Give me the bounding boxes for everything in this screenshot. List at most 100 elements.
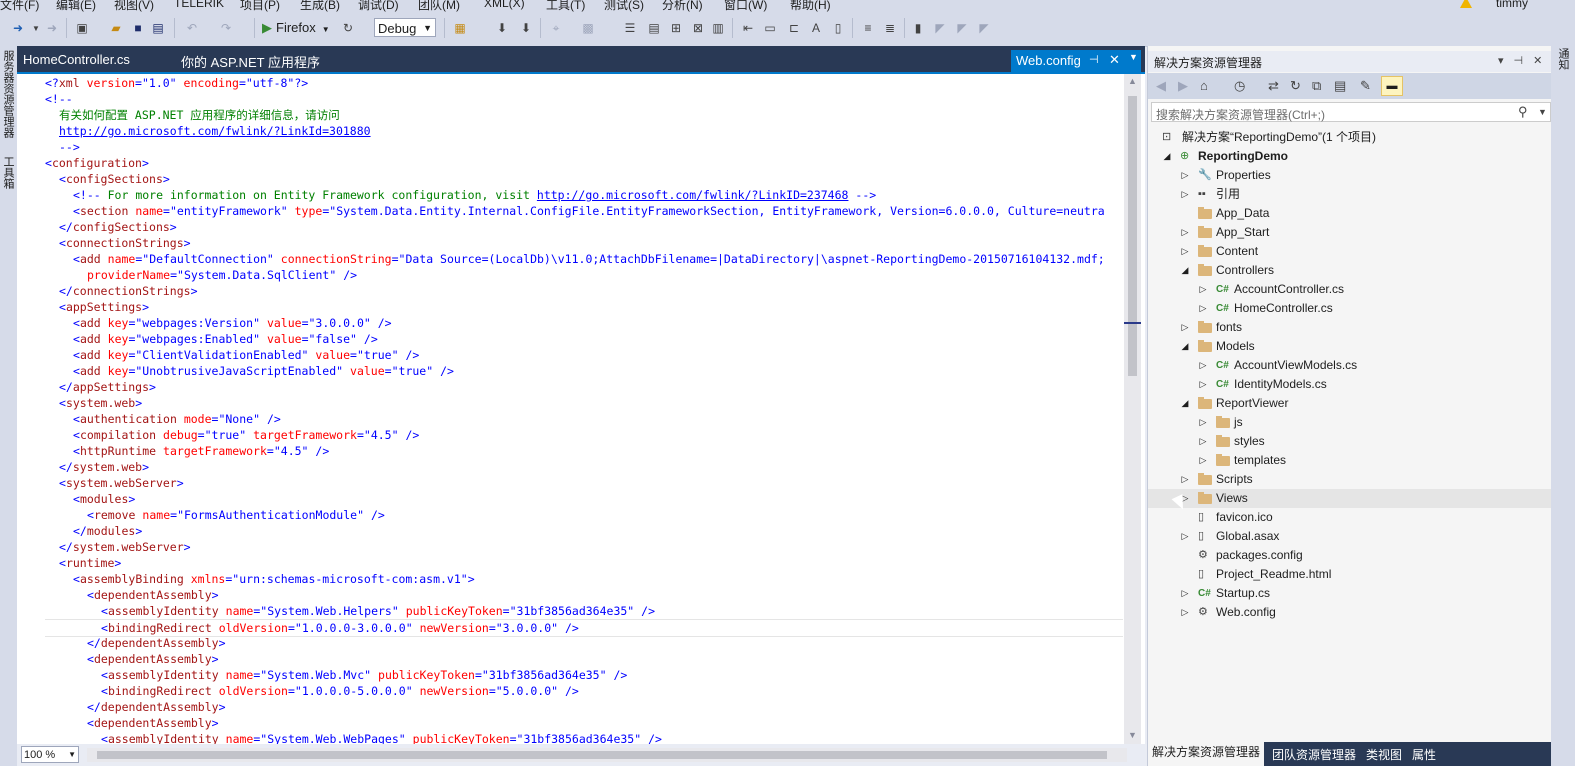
tree-icon[interactable]: ⊞ xyxy=(668,20,684,36)
find-icon[interactable]: ⌖ xyxy=(548,20,564,36)
tree-item[interactable]: ▷ C# Startup.cs xyxy=(1148,584,1552,603)
code-line[interactable]: </modules> xyxy=(45,523,1123,539)
save-all-icon[interactable]: ▤ xyxy=(150,20,166,36)
expand-arrow-icon[interactable]: ▷ xyxy=(1180,185,1190,204)
menu-test[interactable]: 测试(S) xyxy=(604,0,644,12)
bookmark-icon[interactable]: ▮ xyxy=(910,20,926,36)
comment-icon[interactable]: ▭ xyxy=(762,20,778,36)
spell-icon[interactable]: A xyxy=(808,20,824,36)
tab-team-explorer[interactable]: 团队资源管理器 xyxy=(1272,746,1356,763)
tab-web-config[interactable]: Web.config ⊣ ✕ xyxy=(1011,50,1141,72)
close-icon[interactable]: ✕ xyxy=(1109,52,1120,68)
forward-icon[interactable]: ▶ xyxy=(1178,78,1188,94)
code-line[interactable]: <!-- For more information on Entity Fram… xyxy=(45,187,1123,203)
code-line[interactable]: <configuration>− xyxy=(45,155,1123,171)
tree-item[interactable]: ▷ C# AccountViewModels.cs xyxy=(1148,356,1552,375)
code-line[interactable]: providerName="System.Data.SqlClient" /> xyxy=(45,267,1123,283)
save-icon[interactable]: ■ xyxy=(130,20,146,36)
tab-properties[interactable]: 属性 xyxy=(1412,746,1436,763)
tree-item[interactable]: ▷ Content xyxy=(1148,242,1552,261)
code-line[interactable]: </system.webServer> xyxy=(45,539,1123,555)
solution-configuration-select[interactable]: Debug ▼ xyxy=(374,18,436,37)
tree-item[interactable]: ▷ ▪▪ 引用 xyxy=(1148,185,1552,204)
tree-item[interactable]: ▷ C# HomeController.cs xyxy=(1148,299,1552,318)
code-line[interactable]: <assemblyIdentity name="System.Web.Helpe… xyxy=(45,603,1123,619)
expand-arrow-icon[interactable]: ▷ xyxy=(1198,432,1208,451)
chevron-down-icon[interactable]: ▼ xyxy=(1129,52,1138,62)
prev-bookmark-icon[interactable]: ◤ xyxy=(932,20,948,36)
back-dropdown-icon[interactable]: ▼ xyxy=(28,20,44,36)
scroll-thumb[interactable] xyxy=(1128,96,1137,376)
tab-aspnet-app[interactable]: 你的 ASP.NET 应用程序 xyxy=(181,52,320,71)
code-line[interactable]: <bindingRedirect oldVersion="1.0.0.0-5.0… xyxy=(45,683,1123,699)
start-debugging-button[interactable]: ▶ Firefox ▼ xyxy=(262,20,330,36)
hscroll-thumb[interactable] xyxy=(97,751,1107,759)
code-line[interactable]: <compilation debug="true" targetFramewor… xyxy=(45,427,1123,443)
horizontal-scrollbar[interactable] xyxy=(87,748,1127,762)
expand-arrow-icon[interactable]: ▷ xyxy=(1180,527,1190,546)
tree-item[interactable]: ▷ ⚙ Web.config xyxy=(1148,603,1552,622)
solution-search-input[interactable]: 搜索解决方案资源管理器(Ctrl+;) ⚲ ▼ xyxy=(1151,102,1551,122)
code-line[interactable]: <appSettings>− xyxy=(45,299,1123,315)
tree-item[interactable]: ◢ Controllers xyxy=(1148,261,1552,280)
indent-icon[interactable]: ⇤ xyxy=(740,20,756,36)
menu-edit[interactable]: 编辑(E) xyxy=(56,0,96,12)
uncomment-icon[interactable]: ≣ xyxy=(882,20,898,36)
tree-item[interactable]: ▯ Project_Readme.html xyxy=(1148,565,1552,584)
toolbox-tab[interactable]: 工具箱 xyxy=(1,156,16,189)
schema-icon[interactable]: ▥ xyxy=(710,20,726,36)
code-line[interactable]: <add key="UnobtrusiveJavaScriptEnabled" … xyxy=(45,363,1123,379)
expand-arrow-icon[interactable]: ▷ xyxy=(1198,375,1208,394)
code-line[interactable]: <dependentAssembly>− xyxy=(45,715,1123,731)
properties-icon[interactable]: ✎ xyxy=(1360,78,1371,94)
tree-item[interactable]: ◢ Models xyxy=(1148,337,1552,356)
tree-item[interactable]: App_Data xyxy=(1148,204,1552,223)
tree-item[interactable]: ▷ Scripts xyxy=(1148,470,1552,489)
code-line[interactable]: <add key="ClientValidationEnabled" value… xyxy=(45,347,1123,363)
menu-build[interactable]: 生成(B) xyxy=(300,0,340,12)
tree-item[interactable]: ⚙ packages.config xyxy=(1148,546,1552,565)
expand-arrow-icon[interactable]: ▷ xyxy=(1198,280,1208,299)
next-bookmark-icon[interactable]: ◤ xyxy=(954,20,970,36)
tree-item[interactable]: ▷ C# IdentityModels.cs xyxy=(1148,375,1552,394)
menu-file[interactable]: 文件(F) xyxy=(0,0,39,12)
tree-item[interactable]: ▷ 🔧 Properties xyxy=(1148,166,1552,185)
code-editor[interactable]: <?xml version="1.0" encoding="utf-8"?> <!… xyxy=(17,72,1145,744)
back-icon[interactable]: ➜ xyxy=(10,20,26,36)
new-project-icon[interactable]: ▣ xyxy=(74,20,90,36)
code-line[interactable]: <system.web>− xyxy=(45,395,1123,411)
zoom-select[interactable]: 100 % ▼ xyxy=(21,746,79,763)
menu-xml[interactable]: XML(X) xyxy=(484,0,525,10)
menu-debug[interactable]: 调试(D) xyxy=(358,0,399,12)
scroll-up-icon[interactable]: ▲ xyxy=(1128,76,1137,86)
tab-solution-explorer[interactable]: 解决方案资源管理器 xyxy=(1148,742,1265,766)
code-line[interactable]: <authentication mode="None" /> xyxy=(45,411,1123,427)
pending-icon[interactable]: ▩ xyxy=(580,20,596,36)
code-line[interactable]: <dependentAssembly>− xyxy=(45,587,1123,603)
preview-selected-items-button[interactable]: ▬ xyxy=(1381,76,1403,96)
collapse-arrow-icon[interactable]: ◢ xyxy=(1180,394,1190,413)
format-icon[interactable]: ⊏ xyxy=(786,20,802,36)
server-explorer-tab[interactable]: 服务器资源管理器 xyxy=(1,50,16,138)
menu-tools[interactable]: 工具(T) xyxy=(546,0,585,12)
expand-arrow-icon[interactable]: ▷ xyxy=(1180,223,1190,242)
notifications-tab[interactable]: 通知 xyxy=(1555,48,1571,70)
flow-icon[interactable]: ⊠ xyxy=(690,20,706,36)
menu-telerik[interactable]: TELERIK xyxy=(174,0,224,10)
code-line[interactable]: </system.web> xyxy=(45,459,1123,475)
expand-arrow-icon[interactable]: ▷ xyxy=(1198,356,1208,375)
menu-analyze[interactable]: 分析(N) xyxy=(662,0,703,12)
close-icon[interactable]: ✕ xyxy=(1533,55,1552,67)
code-line[interactable]: <!--− xyxy=(45,91,1123,107)
code-line[interactable]: --> xyxy=(45,139,1123,155)
code-line[interactable]: <add name="DefaultConnection" connection… xyxy=(45,251,1123,267)
expand-arrow-icon[interactable]: ▷ xyxy=(1198,451,1208,470)
tree-item[interactable]: ◢ ⊕ ReportingDemo xyxy=(1148,147,1552,166)
back-icon[interactable]: ◀ xyxy=(1156,78,1166,94)
clear-bookmarks-icon[interactable]: ◤ xyxy=(976,20,992,36)
user-name[interactable]: timmy xyxy=(1496,0,1528,10)
tree-item[interactable]: ▷ Views xyxy=(1148,489,1552,508)
browser-link-icon[interactable]: ▦ xyxy=(452,20,468,36)
code-line[interactable]: <configSections>− xyxy=(45,171,1123,187)
expand-arrow-icon[interactable]: ▷ xyxy=(1180,470,1190,489)
